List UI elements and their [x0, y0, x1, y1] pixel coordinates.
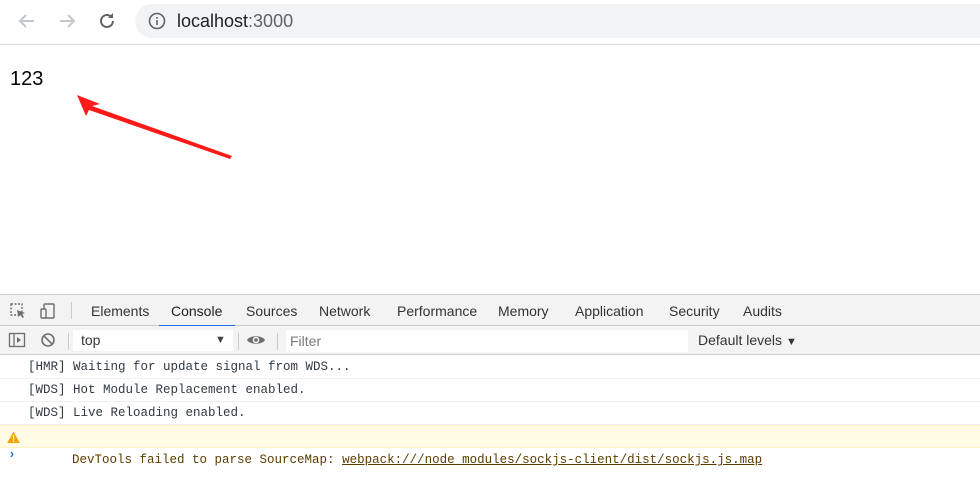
- tab-security[interactable]: Security: [669, 295, 720, 326]
- eye-icon[interactable]: [246, 330, 266, 350]
- console-message: [WDS] Live Reloading enabled.: [0, 402, 980, 425]
- toolbar-divider: [71, 302, 72, 319]
- filter-divider: [277, 333, 278, 350]
- context-value: top: [81, 332, 101, 348]
- browser-toolbar: localhost:3000: [0, 0, 980, 45]
- console-message: [HMR] Waiting for update signal from WDS…: [0, 356, 980, 379]
- url-host: localhost: [177, 10, 249, 31]
- info-icon[interactable]: [148, 12, 166, 30]
- back-button[interactable]: [13, 7, 41, 35]
- caret-down-icon: ▼: [785, 336, 797, 348]
- page-viewport: 123: [0, 46, 980, 294]
- log-levels-label: Default levels: [698, 332, 783, 348]
- arrow-left-icon: [18, 14, 34, 28]
- console-prompt-icon[interactable]: ›: [8, 447, 16, 462]
- caret-down-icon: ▼: [215, 334, 226, 346]
- warning-icon: [7, 431, 20, 443]
- reload-icon: [100, 13, 114, 28]
- filter-divider: [68, 333, 69, 350]
- warning-text: DevTools failed to parse SourceMap:: [72, 453, 343, 467]
- console-message: [WDS] Hot Module Replacement enabled.: [0, 379, 980, 402]
- tab-sources[interactable]: Sources: [246, 295, 297, 326]
- log-levels-dropdown[interactable]: Default levels ▼: [698, 330, 797, 353]
- filter-input[interactable]: [286, 330, 688, 352]
- tab-application[interactable]: Application: [575, 295, 644, 326]
- clear-console-icon[interactable]: [38, 330, 58, 350]
- address-bar[interactable]: localhost:3000: [135, 4, 980, 38]
- url-text: localhost:3000: [177, 11, 293, 32]
- sidebar-toggle-icon[interactable]: [7, 330, 27, 350]
- inspect-element-icon[interactable]: [8, 301, 28, 321]
- devtools-tabbar: Elements Console Sources Network Perform…: [0, 295, 980, 327]
- tab-network[interactable]: Network: [319, 295, 370, 326]
- console-warning: DevTools failed to parse SourceMap: webp…: [0, 425, 980, 467]
- console-output: [HMR] Waiting for update signal from WDS…: [0, 356, 980, 490]
- url-port: :3000: [248, 10, 294, 31]
- tab-console[interactable]: Console: [158, 295, 236, 327]
- context-selector[interactable]: top: [73, 330, 233, 351]
- tab-performance[interactable]: Performance: [397, 295, 477, 326]
- reload-button[interactable]: [93, 7, 121, 35]
- tab-memory[interactable]: Memory: [498, 295, 549, 326]
- forward-button[interactable]: [53, 7, 81, 35]
- device-toolbar-icon[interactable]: [38, 301, 58, 321]
- arrow-right-icon: [60, 14, 76, 28]
- tab-elements[interactable]: Elements: [91, 295, 149, 326]
- devtools-panel: Elements Console Sources Network Perform…: [0, 294, 980, 490]
- annotation-arrow-icon: [77, 95, 232, 159]
- filter-divider: [238, 333, 239, 350]
- console-filter-bar: top ▼ Default levels ▼: [0, 326, 980, 355]
- tab-audits[interactable]: Audits: [743, 295, 782, 326]
- sourcemap-link[interactable]: webpack:///node_modules/sockjs-client/di…: [342, 453, 762, 467]
